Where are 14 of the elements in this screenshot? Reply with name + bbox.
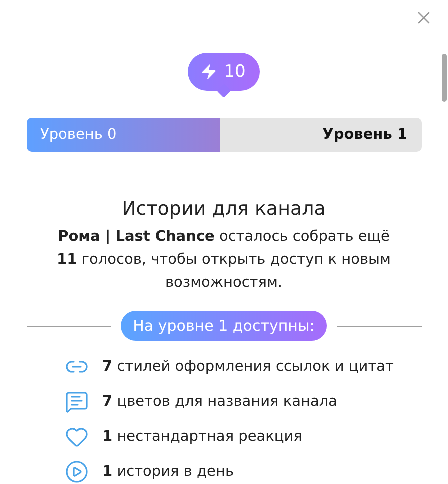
play-circle-icon	[64, 460, 88, 484]
scrollbar-thumb[interactable]	[442, 54, 447, 102]
section-label: На уровне 1 доступны:	[121, 311, 327, 341]
next-level-label: Уровень 1	[322, 126, 408, 143]
heart-icon	[64, 425, 88, 449]
feature-text: 7 стилей оформления ссылок и цитат	[102, 359, 394, 375]
description-text: Рома | Last Chance осталось собрать ещё 11 голосов, чтобы открыть доступ к новым возможностям.	[56, 228, 392, 293]
feature-text: 7 цветов для названия канала	[102, 394, 338, 410]
feature-text: 1 история в день	[102, 464, 234, 480]
current-level-label: Уровень 0	[40, 126, 117, 143]
feature-text: 1 нестандартная реакция	[102, 429, 302, 445]
dialog-title: Истории для канала	[122, 198, 326, 220]
lightning-icon	[200, 62, 218, 81]
boost-count: 10	[224, 62, 246, 82]
